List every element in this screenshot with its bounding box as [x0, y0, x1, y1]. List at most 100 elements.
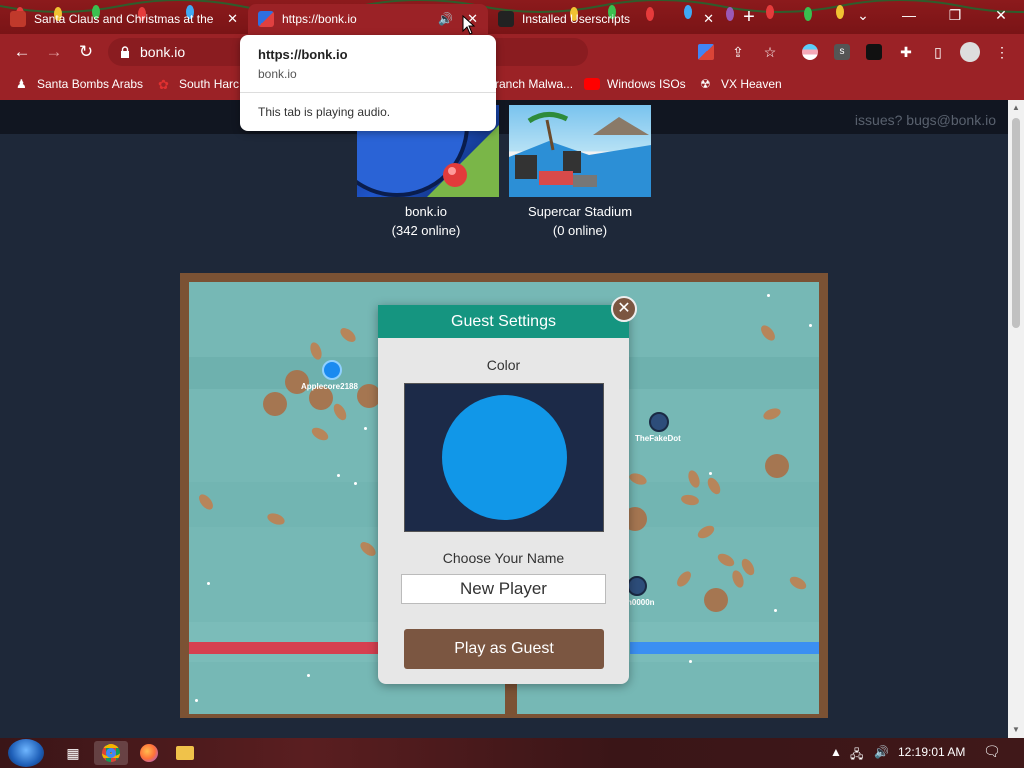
windows-start-button[interactable] — [8, 739, 44, 767]
tab-search-button[interactable]: ⌄ — [840, 0, 886, 30]
game-name-bonk[interactable]: bonk.io (342 online) — [341, 202, 511, 240]
minimize-button[interactable]: — — [886, 0, 932, 30]
scroll-down-icon[interactable]: ▼ — [1008, 722, 1024, 738]
bookmark-vx-heaven[interactable]: ☢ VX Heaven — [700, 77, 782, 91]
tab-title: https://bonk.io — [282, 12, 357, 26]
bookmark-label: Windows ISOs — [607, 77, 686, 91]
extensions-puzzle-icon[interactable]: ✚ — [896, 42, 916, 62]
snow-particle — [364, 427, 367, 430]
menu-kebab-icon[interactable]: ⋮ — [992, 42, 1012, 62]
color-preview[interactable] — [404, 383, 604, 532]
player-ball — [322, 360, 342, 380]
network-icon[interactable]: 🖧 — [850, 745, 863, 766]
scrollbar-thumb[interactable] — [1012, 118, 1020, 328]
red-team-platform — [189, 642, 379, 654]
new-tab-button[interactable]: + — [738, 6, 760, 28]
hover-card-title: https://bonk.io — [258, 47, 348, 62]
bookmarks-bar: ♟ Santa Bombs Arabs ✿ South Harc ranch M… — [0, 70, 1024, 100]
color-swatch[interactable] — [442, 395, 567, 520]
snow-particle — [195, 699, 198, 702]
close-window-button[interactable]: ✕ — [978, 0, 1024, 30]
extension-flag-icon[interactable] — [800, 42, 820, 62]
bookmark-santa-bombs[interactable]: ♟ Santa Bombs Arabs — [16, 77, 143, 91]
seed-obstacle — [730, 568, 746, 590]
bookmark-ranch-malware[interactable]: ranch Malwa... — [495, 77, 573, 91]
snow-particle — [774, 609, 777, 612]
game-title: Supercar Stadium — [527, 204, 633, 219]
dialog-title: Guest Settings — [378, 305, 629, 338]
action-center-icon[interactable]: 🗨 — [983, 743, 1001, 760]
page-top-bar: issues? bugs@bonk.io — [0, 100, 1008, 134]
profile-avatar-icon[interactable] — [960, 42, 980, 62]
tab-santa[interactable]: Santa Claus and Christmas at the ✕ — [0, 4, 248, 34]
tab-bonk[interactable]: https://bonk.io 🔊 ✕ — [248, 4, 488, 34]
huawei-icon: ✿ — [158, 77, 169, 92]
seed-obstacle — [331, 401, 349, 423]
youtube-icon — [584, 78, 600, 90]
scroll-up-icon[interactable]: ▲ — [1008, 100, 1024, 116]
bear-obstacle — [704, 588, 728, 612]
seed-obstacle — [357, 539, 379, 559]
seed-obstacle — [761, 406, 783, 422]
bookmark-label: Santa Bombs Arabs — [37, 77, 144, 91]
tampermonkey-icon[interactable] — [864, 42, 884, 62]
vx-heaven-icon: ☢ — [700, 77, 711, 91]
restore-button[interactable]: ❐ — [932, 0, 978, 30]
firefox-taskbar-icon[interactable] — [132, 741, 166, 765]
volume-icon[interactable]: 🔊 — [874, 745, 889, 759]
game-name-supercar[interactable]: Supercar Stadium (0 online) — [495, 202, 665, 240]
player-ball — [649, 412, 669, 432]
task-view-icon[interactable]: ▦ — [56, 741, 90, 765]
player-name-field[interactable] — [401, 574, 606, 604]
page-scrollbar[interactable]: ▲ ▼ — [1008, 100, 1024, 738]
seed-obstacle — [337, 325, 359, 345]
bonk-page: issues? bugs@bonk.io bonk.io (342 online… — [0, 100, 1008, 738]
online-count: (0 online) — [552, 223, 608, 238]
snow-particle — [689, 660, 692, 663]
bookmark-windows-isos[interactable]: Windows ISOs — [584, 77, 686, 91]
close-icon[interactable]: ✕ — [611, 296, 637, 322]
supercar-thumbnail-art — [509, 112, 651, 197]
side-panel-icon[interactable]: ▯ — [928, 42, 948, 62]
tab-userscripts[interactable]: Installed Userscripts ✕ — [488, 4, 724, 34]
tab-strip: Santa Claus and Christmas at the ✕ https… — [0, 0, 1024, 34]
guest-settings-dialog: Guest Settings ✕ Color Choose Your Name … — [378, 296, 637, 684]
center-post — [505, 682, 517, 714]
bookmark-label: ranch Malwa... — [495, 77, 574, 91]
game-title: bonk.io — [405, 204, 447, 219]
snow-particle — [354, 482, 357, 485]
forward-button[interactable]: → — [42, 40, 66, 64]
close-tab-icon[interactable]: ✕ — [703, 11, 714, 27]
seed-obstacle — [787, 574, 809, 592]
tray-overflow-icon[interactable]: ▲ — [830, 745, 842, 759]
bookmark-south-harc[interactable]: ✿ South Harc — [158, 77, 239, 92]
file-explorer-taskbar-icon[interactable] — [168, 741, 202, 765]
extension-s-icon[interactable]: s — [832, 42, 852, 62]
play-as-guest-button[interactable]: Play as Guest — [404, 629, 604, 669]
color-label: Color — [486, 357, 521, 373]
snow-particle — [337, 474, 340, 477]
bookmark-label: VX Heaven — [721, 77, 782, 91]
issues-contact-text[interactable]: issues? bugs@bonk.io — [855, 112, 996, 128]
seed-obstacle — [674, 568, 694, 590]
browser-toolbar: ← → ↻ bonk.io ⇪ ☆ s ✚ ▯ ⋮ — [0, 34, 1024, 70]
santa-icon: ♟ — [16, 77, 27, 91]
back-button[interactable]: ← — [10, 40, 34, 64]
bookmark-star-icon[interactable]: ☆ — [760, 42, 780, 62]
snow-particle — [207, 582, 210, 585]
translate-icon[interactable] — [696, 42, 716, 62]
tab-title: Santa Claus and Christmas at the — [34, 12, 214, 26]
close-tab-icon[interactable]: ✕ — [227, 11, 238, 27]
online-count: (342 online) — [391, 223, 461, 238]
seed-obstacle — [758, 322, 778, 344]
supercar-stadium-thumbnail[interactable] — [509, 105, 651, 197]
player-name-label: TheFakeDot — [635, 434, 681, 443]
taskbar-clock[interactable]: 12:19:01 AM — [898, 745, 965, 759]
divider — [240, 92, 496, 93]
lock-icon — [121, 46, 129, 58]
chrome-taskbar-icon[interactable] — [94, 741, 128, 765]
speaker-icon[interactable]: 🔊 — [438, 12, 453, 26]
share-icon[interactable]: ⇪ — [728, 42, 748, 62]
player-name-label: Applecore2188 — [301, 382, 358, 391]
reload-button[interactable]: ↻ — [74, 40, 98, 64]
